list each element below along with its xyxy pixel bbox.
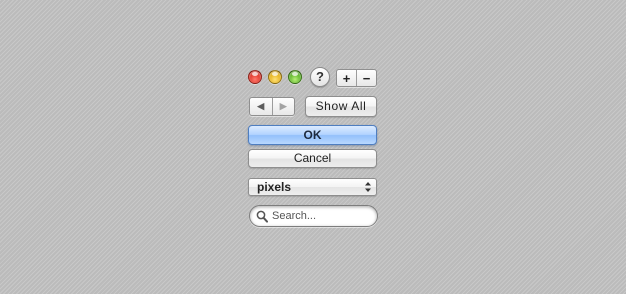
back-arrow-icon: ◀ xyxy=(257,101,265,111)
add-button[interactable]: + xyxy=(337,70,356,86)
units-popup-button[interactable]: pixels xyxy=(248,178,377,196)
units-popup-value: pixels xyxy=(257,180,292,194)
cancel-label: Cancel xyxy=(293,151,332,165)
cancel-button[interactable]: Cancel xyxy=(248,149,377,168)
back-button[interactable]: ◀ xyxy=(250,98,272,115)
ok-label: OK xyxy=(303,128,322,142)
minus-icon: − xyxy=(362,70,371,86)
search-input[interactable] xyxy=(272,209,370,223)
add-remove-segmented-control: + − xyxy=(336,69,377,87)
remove-button[interactable]: − xyxy=(356,70,376,86)
close-window-button[interactable] xyxy=(248,70,262,84)
up-down-arrows-icon xyxy=(365,182,371,192)
minimize-window-button[interactable] xyxy=(268,70,282,84)
ok-button[interactable]: OK xyxy=(248,125,377,145)
search-field[interactable] xyxy=(249,205,378,227)
back-forward-segmented-control: ◀ ▶ xyxy=(249,97,295,116)
help-icon: ? xyxy=(316,69,324,84)
show-all-button[interactable]: Show All xyxy=(305,96,377,117)
help-button[interactable]: ? xyxy=(310,67,330,87)
plus-icon: + xyxy=(342,70,351,86)
forward-arrow-icon: ▶ xyxy=(279,101,287,111)
zoom-window-button[interactable] xyxy=(288,70,302,84)
show-all-label: Show All xyxy=(315,99,367,113)
forward-button[interactable]: ▶ xyxy=(271,98,295,115)
magnifier-icon xyxy=(256,210,268,223)
